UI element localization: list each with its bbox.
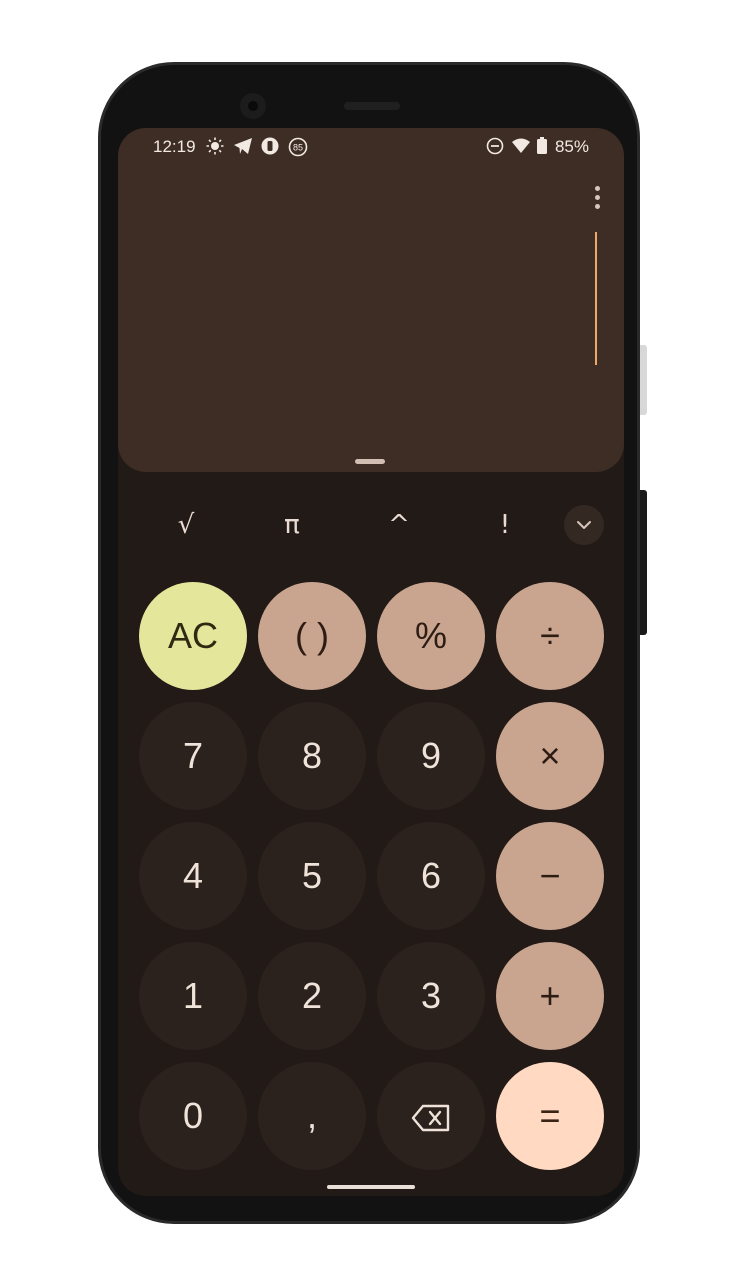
wifi-icon <box>511 137 531 159</box>
earpiece-speaker <box>344 102 400 110</box>
digit-3-button[interactable]: 3 <box>377 942 485 1050</box>
app-icon <box>261 137 279 159</box>
backspace-icon <box>411 1105 450 1132</box>
digit-4-button[interactable]: 4 <box>139 822 247 930</box>
power-button[interactable]: ^ <box>369 503 429 547</box>
badge-icon: 85 <box>288 137 308 161</box>
clear-button[interactable]: AC <box>139 582 247 690</box>
divide-button[interactable]: ÷ <box>496 582 604 690</box>
drag-handle[interactable] <box>355 459 385 464</box>
expand-button[interactable] <box>564 505 604 545</box>
digit-6-button[interactable]: 6 <box>377 822 485 930</box>
battery-icon <box>536 137 548 159</box>
brightness-icon <box>206 137 224 159</box>
equals-button[interactable]: = <box>496 1062 604 1170</box>
percent-button[interactable]: % <box>377 582 485 690</box>
sqrt-button[interactable]: √ <box>156 503 216 547</box>
digit-0-button[interactable]: 0 <box>139 1062 247 1170</box>
overflow-menu-icon[interactable] <box>590 186 604 212</box>
digit-5-button[interactable]: 5 <box>258 822 366 930</box>
chevron-down-icon <box>577 521 591 529</box>
gesture-navigation-bar[interactable] <box>327 1185 415 1189</box>
badge-number: 85 <box>293 143 303 153</box>
plus-button[interactable]: + <box>496 942 604 1050</box>
calculator-screen: 12:19 85 85% √ π ^ ! AC () % ÷ 7 8 9 × … <box>118 128 624 1196</box>
digit-9-button[interactable]: 9 <box>377 702 485 810</box>
multiply-button[interactable]: × <box>496 702 604 810</box>
digit-2-button[interactable]: 2 <box>258 942 366 1050</box>
dnd-icon <box>486 137 504 159</box>
digit-8-button[interactable]: 8 <box>258 702 366 810</box>
backspace-button[interactable] <box>377 1062 485 1170</box>
status-time: 12:19 <box>153 137 196 156</box>
parentheses-button[interactable]: ( ) <box>258 582 366 690</box>
front-camera <box>240 93 266 119</box>
text-cursor <box>595 232 597 365</box>
side-button-volume <box>640 490 647 635</box>
digit-7-button[interactable]: 7 <box>139 702 247 810</box>
factorial-button[interactable]: ! <box>475 503 535 547</box>
minus-button[interactable]: − <box>496 822 604 930</box>
expression-display[interactable] <box>148 248 588 328</box>
decimal-button[interactable]: , <box>258 1062 366 1170</box>
digit-1-button[interactable]: 1 <box>139 942 247 1050</box>
battery-percent: 85% <box>554 137 589 156</box>
scientific-row: √ π ^ ! <box>118 503 624 547</box>
telegram-icon <box>233 137 253 159</box>
pi-button[interactable]: π <box>262 503 322 547</box>
display-panel: 12:19 85 85% <box>118 128 624 472</box>
side-button-power <box>640 345 647 415</box>
status-bar: 12:19 85 85% <box>118 128 624 166</box>
